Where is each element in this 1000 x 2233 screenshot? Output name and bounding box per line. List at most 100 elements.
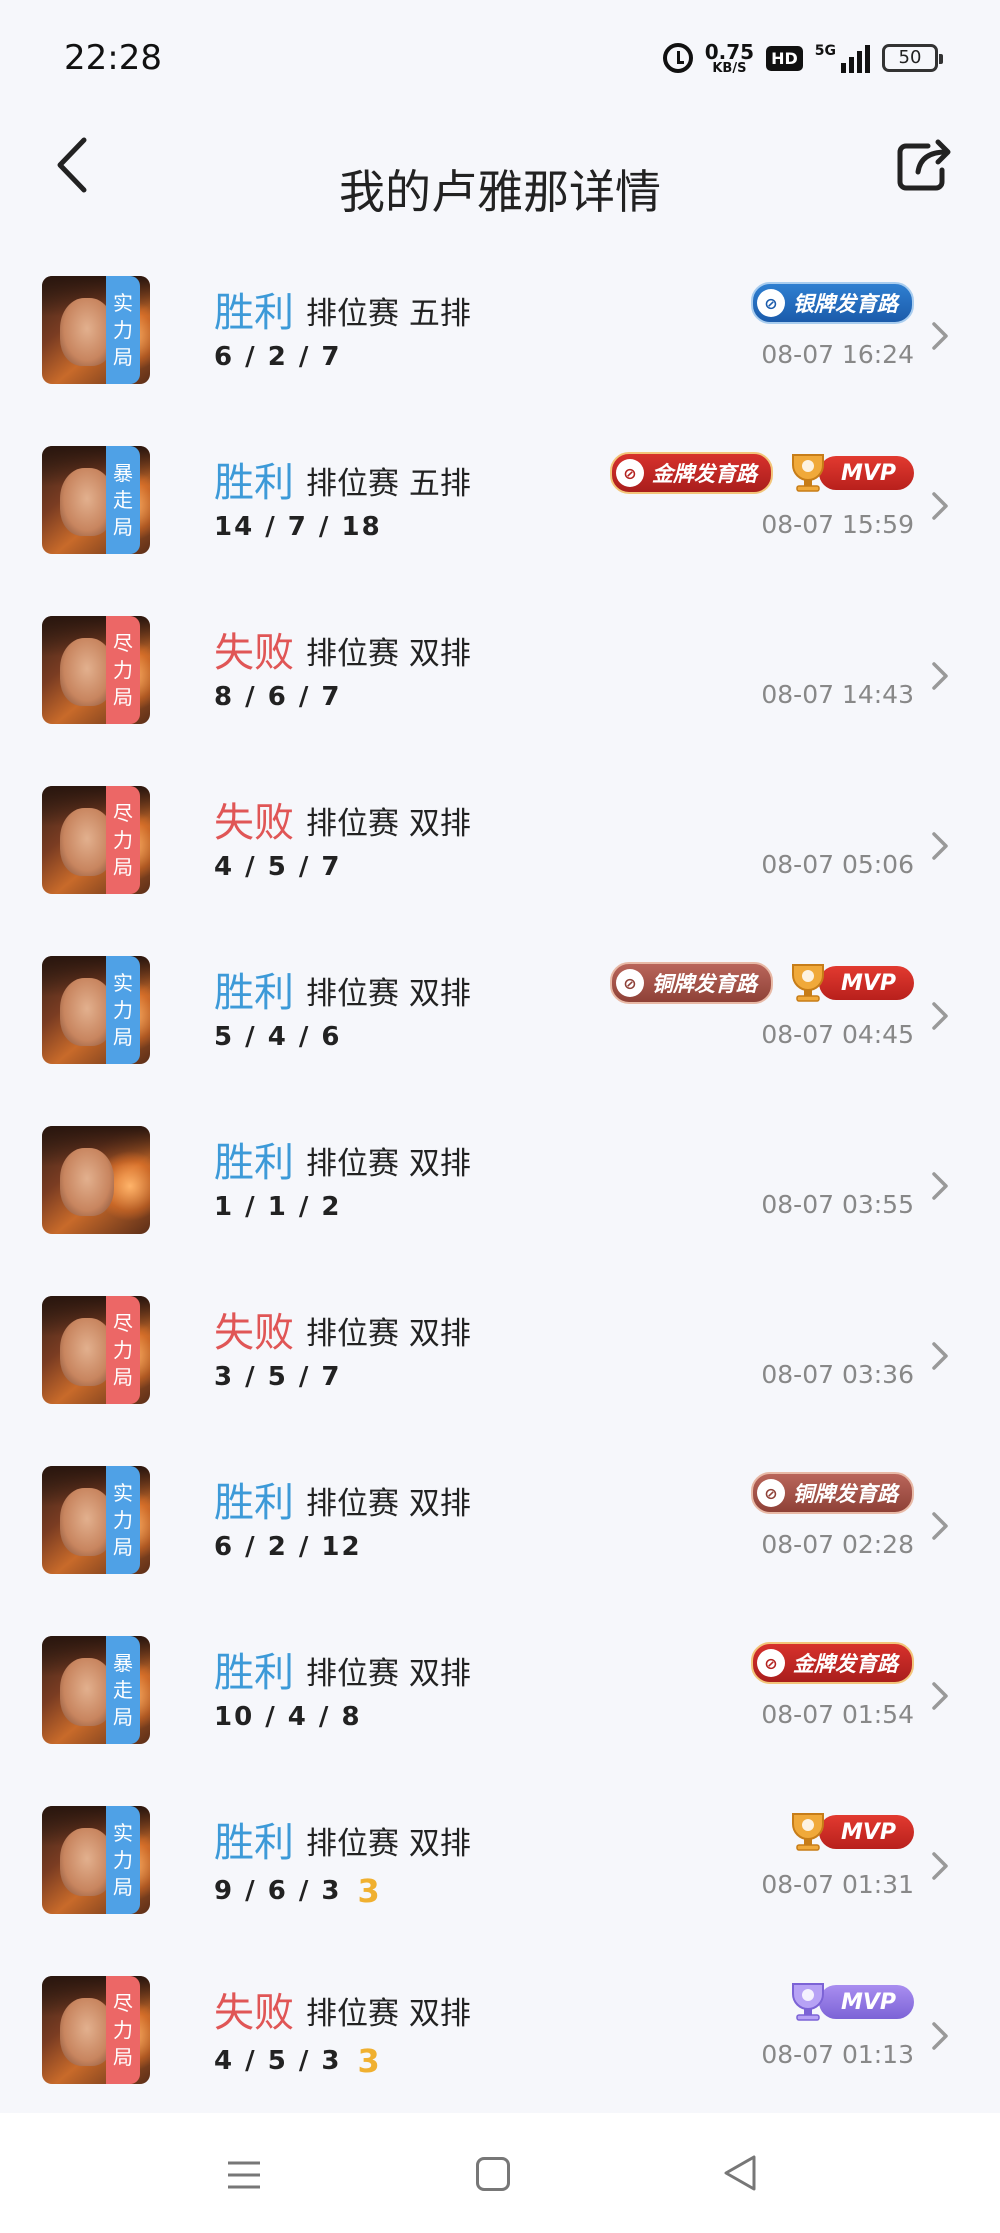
match-row[interactable]: 尽力局 失败 排位赛 双排 3 / 5 / 7 08-07 03:36: [0, 1240, 1000, 1410]
match-result: 胜利: [214, 290, 294, 336]
match-tag-char: 局: [113, 854, 133, 879]
lane-badge: ⊘ 金牌发育路: [751, 1642, 914, 1684]
match-time: 08-07 15:59: [761, 510, 914, 539]
chevron-right-icon[interactable]: [928, 316, 952, 356]
chevron-right-icon[interactable]: [928, 486, 952, 526]
match-tag-char: 力: [113, 827, 133, 852]
kda-value: 3 / 5 / 7: [214, 1362, 342, 1392]
chevron-right-icon[interactable]: [928, 2016, 952, 2056]
match-result: 失败: [214, 800, 294, 846]
match-row[interactable]: 尽力局 失败 排位赛 双排 8 / 6 / 7 08-07 14:43: [0, 560, 1000, 730]
extra-number: 3: [357, 2042, 382, 2080]
match-tag-char: 力: [113, 317, 133, 342]
lane-badge-label: 金牌发育路: [651, 462, 757, 486]
match-mode: 排位赛 双排: [306, 1146, 471, 1182]
mvp-badge: MVP: [785, 453, 914, 493]
match-time: 08-07 01:13: [761, 2040, 914, 2069]
network-speed-value: 0.75: [704, 39, 755, 64]
chevron-right-icon[interactable]: [928, 1846, 952, 1886]
avatar-face: [60, 1148, 114, 1216]
status-bar: 22:28 0.75 KB/S HD 5G 50: [0, 0, 1000, 110]
lane-badge-label: 铜牌发育路: [793, 1482, 898, 1506]
chevron-right-icon[interactable]: [928, 1676, 952, 1716]
match-kda: 8 / 6 / 7: [214, 682, 341, 712]
match-mode: 排位赛 双排: [306, 1996, 471, 2032]
match-tag-char: 局: [113, 1024, 133, 1049]
kda-value: 1 / 1 / 2: [214, 1192, 342, 1222]
signal-icon: 5G: [815, 43, 870, 73]
match-tag-char: 局: [113, 1874, 133, 1899]
mvp-label: MVP: [818, 1985, 914, 2019]
lane-badge: ⊘ 银牌发育路: [751, 282, 914, 324]
match-tag: 实力局: [106, 956, 140, 1064]
match-row[interactable]: 实力局 胜利 排位赛 双排 9 / 6 / 3 3 MVP 08-07 01:31: [0, 1750, 1000, 1920]
match-row[interactable]: 胜利 排位赛 双排 1 / 1 / 2 08-07 03:55: [0, 1070, 1000, 1240]
chevron-right-icon[interactable]: [928, 996, 952, 1036]
match-time: 08-07 03:36: [761, 1360, 914, 1389]
match-row[interactable]: 暴走局 胜利 排位赛 五排 14 / 7 / 18 ⊘ 金牌发育路 MVP 08-07 15:…: [0, 390, 1000, 560]
match-row[interactable]: 尽力局 失败 排位赛 双排 4 / 5 / 3 3 MVP 08-07 01:13: [0, 1920, 1000, 2090]
match-badges: MVP: [785, 1812, 914, 1852]
chevron-right-icon[interactable]: [928, 1336, 952, 1376]
match-kda: 3 / 5 / 7: [214, 1362, 341, 1392]
chevron-right-icon[interactable]: [928, 1166, 952, 1206]
match-kda: 9 / 6 / 3 3: [214, 1872, 382, 1910]
network-type: 5G: [814, 43, 836, 59]
match-tag-char: 尽: [113, 630, 133, 655]
match-row[interactable]: 实力局 胜利 排位赛 双排 6 / 2 / 12 ⊘ 铜牌发育路 08-07 02:28: [0, 1410, 1000, 1580]
match-mode: 排位赛 双排: [306, 1826, 471, 1862]
match-tag-char: 走: [113, 1677, 133, 1702]
kda-value: 4 / 5 / 3: [214, 2046, 342, 2076]
match-tag: 暴走局: [106, 1636, 140, 1744]
match-kda: 10 / 4 / 8: [214, 1702, 362, 1732]
match-mode: 排位赛 双排: [306, 1486, 471, 1522]
match-tag-char: 局: [113, 514, 133, 539]
match-result: 胜利: [214, 970, 294, 1016]
match-row[interactable]: 实力局 胜利 排位赛 五排 6 / 2 / 7 ⊘ 银牌发育路 08-07 16:24: [0, 220, 1000, 390]
home-square-icon[interactable]: [476, 2157, 510, 2191]
match-time: 08-07 03:55: [761, 1190, 914, 1219]
mvp-label: MVP: [818, 456, 914, 490]
match-tag-char: 暴: [113, 460, 133, 485]
match-tag: 尽力局: [106, 786, 140, 894]
match-list: 实力局胜利 排位赛 五排 6 / 2 / 7 ⊘ 银牌发育路 08-07 16:24 暴走局…: [0, 220, 1000, 2090]
match-kda: 4 / 5 / 3 3: [214, 2042, 382, 2080]
match-tag: 实力局: [106, 276, 140, 384]
back-triangle-icon[interactable]: [720, 2153, 760, 2193]
match-time: 08-07 04:45: [761, 1020, 914, 1049]
chevron-right-icon[interactable]: [928, 1506, 952, 1546]
match-tag-char: 实: [113, 1820, 133, 1845]
match-row[interactable]: 尽力局 失败 排位赛 双排 4 / 5 / 7 08-07 05:06: [0, 730, 1000, 900]
match-tag-char: 力: [113, 657, 133, 682]
lane-icon: ⊘: [615, 969, 644, 997]
kda-value: 5 / 4 / 6: [214, 1022, 342, 1052]
chevron-right-icon[interactable]: [928, 826, 952, 866]
match-row[interactable]: 实力局 胜利 排位赛 双排 5 / 4 / 6 ⊘ 铜牌发育路 MVP 08-07 04:45: [0, 900, 1000, 1070]
match-row[interactable]: 暴走局 胜利 排位赛 双排 10 / 4 / 8 ⊘ 金牌发育路 08-07 01:54: [0, 1580, 1000, 1750]
alarm-icon: [662, 43, 693, 73]
chevron-right-icon[interactable]: [928, 656, 952, 696]
mvp-badge: MVP: [785, 963, 914, 1003]
match-badges: ⊘ 银牌发育路: [751, 282, 914, 324]
match-badges: ⊘ 金牌发育路 MVP: [609, 452, 914, 494]
match-time: 08-07 16:24: [761, 340, 914, 369]
match-tag-char: 力: [113, 997, 133, 1022]
hero-avatar: [42, 1126, 150, 1234]
match-kda: 6 / 2 / 12: [214, 1532, 362, 1562]
battery-icon: 50: [882, 44, 943, 72]
share-button[interactable]: [892, 130, 956, 200]
lane-icon: ⊘: [757, 1479, 785, 1507]
kda-value: 9 / 6 / 3: [214, 1876, 342, 1906]
kda-value: 14 / 7 / 18: [214, 512, 382, 542]
match-mode: 排位赛 双排: [306, 976, 471, 1012]
extra-number: 3: [357, 1872, 382, 1910]
match-kda: 5 / 4 / 6: [214, 1022, 341, 1052]
menu-icon[interactable]: [226, 2157, 262, 2193]
match-tag-char: 局: [113, 684, 133, 709]
match-time: 08-07 05:06: [761, 850, 914, 879]
match-time: 08-07 02:28: [761, 1530, 914, 1559]
match-tag-char: 局: [113, 1364, 133, 1389]
status-time: 22:28: [64, 38, 162, 78]
match-mode: 排位赛 双排: [306, 1656, 471, 1692]
mvp-label: MVP: [818, 966, 914, 1000]
